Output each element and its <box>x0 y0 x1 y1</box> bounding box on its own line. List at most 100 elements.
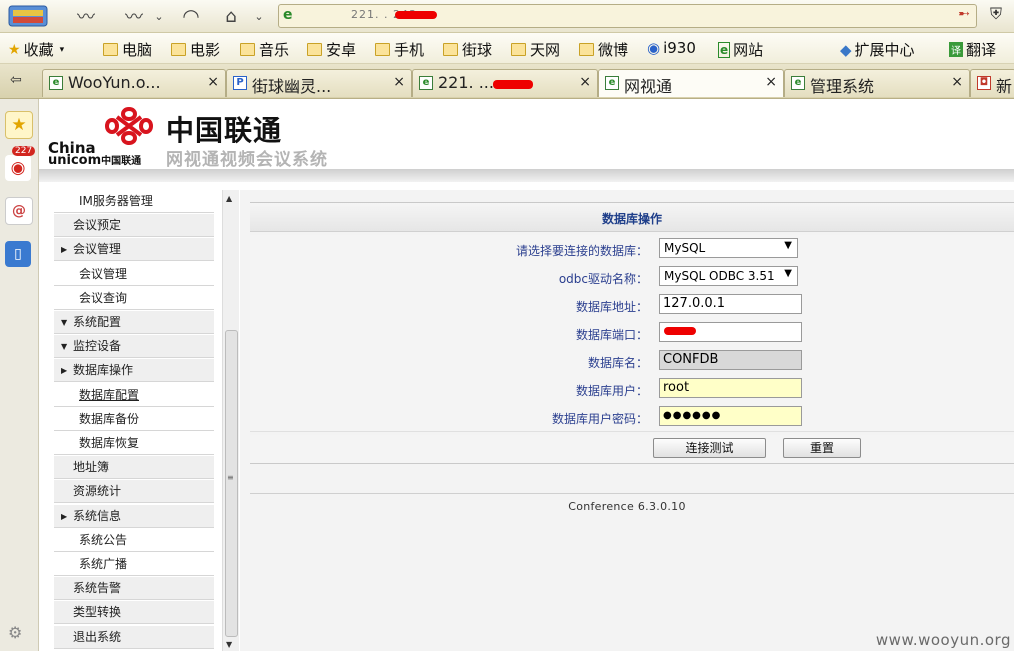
page-icon: e <box>718 41 731 58</box>
form-row-db-type: 请选择要连接的数据库： MySQL ▼ <box>250 235 1014 264</box>
cube-icon: ◆ <box>840 40 852 59</box>
chevron-down-icon: ▼ <box>784 268 792 279</box>
nav-item-label: 会议管理 <box>79 266 128 281</box>
db-type-select[interactable]: MySQL ▼ <box>659 238 798 258</box>
back-icon[interactable]: ⇦ <box>10 72 22 88</box>
nav-item[interactable]: IM服务器管理 <box>54 190 214 213</box>
odbc-driver-select[interactable]: MySQL ODBC 3.51 ▼ <box>659 266 798 286</box>
db-port-input[interactable] <box>659 322 802 342</box>
bookmark-item[interactable]: 电影 <box>171 39 220 60</box>
bookmark-label: 天网 <box>530 41 561 59</box>
nav-item-label: 监控设备 <box>73 339 122 354</box>
nav-item[interactable]: 退出系统 <box>54 625 214 649</box>
nav-item[interactable]: ▼ 系统配置 <box>54 311 214 334</box>
version-footer: Conference 6.3.0.10 <box>568 500 686 513</box>
bookmark-item[interactable]: 译翻译 <box>949 39 996 60</box>
close-icon[interactable]: × <box>579 74 591 90</box>
nav-item-label: 系统公告 <box>79 532 128 547</box>
tab-street-ball[interactable]: P 街球幽灵... × <box>226 69 412 97</box>
browser-logo-icon[interactable] <box>6 4 50 28</box>
tab-wangshitong[interactable]: e 网视通 × <box>598 69 784 97</box>
bookmark-item[interactable]: 安卓 <box>307 39 356 60</box>
bookmark-item[interactable]: 街球 <box>443 39 492 60</box>
bookmark-item[interactable]: 手机 <box>375 39 424 60</box>
close-icon[interactable]: × <box>951 74 963 90</box>
close-icon[interactable]: × <box>207 74 219 90</box>
chevron-down-icon[interactable]: ⌄ <box>150 4 168 28</box>
watermark: www.wooyun.org <box>875 631 1011 649</box>
ie-icon: e <box>605 76 619 90</box>
db-user-input[interactable]: root <box>659 378 802 398</box>
nav-item[interactable]: 资源统计 <box>54 480 214 504</box>
circle-refresh-icon[interactable]: ◠ <box>176 4 206 28</box>
connection-test-button[interactable]: 连接测试 <box>653 438 766 458</box>
db-type-value: MySQL <box>664 241 706 255</box>
bookmark-item[interactable]: 音乐 <box>240 39 289 60</box>
nav-item[interactable]: 会议预定 <box>54 214 214 238</box>
nav-item[interactable]: ▶ 系统信息 <box>54 504 214 528</box>
nav-item[interactable]: 类型转换 <box>54 601 214 625</box>
nav-item[interactable]: 会议查询 <box>54 286 214 310</box>
nav-item[interactable]: 系统公告 <box>54 528 214 552</box>
nav-item[interactable]: 数据库配置 <box>54 383 214 407</box>
bookmark-label: 网站 <box>733 41 764 59</box>
nav-item[interactable]: 数据库备份 <box>54 407 214 431</box>
triangle-right-icon: ▶ <box>61 245 68 255</box>
db-password-value: ●●●●●● <box>663 410 722 421</box>
tab-wooyun[interactable]: e WooYun.o... × <box>42 69 226 97</box>
bookmarks-bar: ★ 收藏 ▾ 电脑 电影 音乐 安卓 手机 街球 天网 微博 ◉ i930 e 网站… <box>0 33 1014 64</box>
db-password-input[interactable]: ●●●●●● <box>659 406 802 426</box>
scroll-up-icon[interactable]: ▲ <box>226 194 232 203</box>
swallow-dropdown-icon[interactable]: 〰 <box>114 4 154 28</box>
footer-divider <box>250 493 1014 494</box>
tab-new[interactable]: ◘ 新 <box>970 69 1014 97</box>
favorites-star-icon[interactable]: ★ <box>5 111 33 139</box>
gear-icon[interactable]: ⚙ <box>8 623 22 642</box>
bookmark-item[interactable]: ◉ i930 <box>647 39 696 57</box>
shield-icon[interactable]: ⛨ <box>985 4 1007 26</box>
close-icon[interactable]: × <box>765 74 777 90</box>
page-ie-icon: e <box>283 7 293 23</box>
weibo-icon[interactable]: ◉ <box>5 155 31 181</box>
tab-title: WooYun.o... <box>68 73 161 92</box>
tab-strip: ⇦ e WooYun.o... × P 街球幽灵... × e 221. ...… <box>0 64 1014 99</box>
mail-icon[interactable]: @ <box>5 197 33 225</box>
tab-redaction <box>493 80 533 89</box>
lizard-icon[interactable]: ➸ <box>958 6 970 22</box>
nav-item[interactable]: ▼ 监控设备 <box>54 335 214 359</box>
bookmark-item[interactable]: e 网站 <box>718 39 763 60</box>
bookmark-item[interactable]: 微博 <box>579 39 628 60</box>
triangle-right-icon: ▶ <box>61 511 68 521</box>
nav-item[interactable]: 会议管理 <box>54 262 214 286</box>
close-icon[interactable]: × <box>393 74 405 90</box>
bookmark-favorites[interactable]: ★ 收藏 ▾ <box>8 39 64 60</box>
nav-item[interactable]: ▶ 会议管理 <box>54 238 214 262</box>
nav-scrollbar[interactable]: ▲ ≡ ▼ <box>222 190 239 651</box>
nav-item[interactable]: 系统广播 <box>54 553 214 576</box>
chevron-down-icon[interactable]: ⌄ <box>250 4 268 28</box>
pavilion-icon[interactable]: ⌂ <box>214 4 248 28</box>
bookmark-item[interactable]: 天网 <box>511 39 560 60</box>
nav-item[interactable]: 地址簿 <box>54 456 214 480</box>
swallow-icon[interactable]: 〰 <box>66 4 106 28</box>
db-address-input[interactable]: 127.0.0.1 <box>659 294 802 314</box>
bookmark-label: i930 <box>663 39 696 57</box>
db-name-input[interactable]: CONFDB <box>659 350 802 370</box>
tab-management[interactable]: e 管理系统 × <box>784 69 970 97</box>
scroll-thumb[interactable] <box>225 330 238 637</box>
nav-item[interactable]: 系统告警 <box>54 577 214 601</box>
address-redaction <box>395 11 437 19</box>
scroll-down-icon[interactable]: ▼ <box>226 640 232 649</box>
tab-ip[interactable]: e 221. ... × <box>412 69 598 97</box>
nav-item[interactable]: ▶ 数据库操作 <box>54 359 214 383</box>
brand-english-cn: 中国联通 <box>101 156 142 167</box>
bookmark-item[interactable]: 电脑 <box>103 39 152 60</box>
star-icon: ★ <box>8 41 21 58</box>
nav-item-label: 资源统计 <box>73 484 122 499</box>
address-bar[interactable]: e 221. . 243 ➸ <box>278 4 977 28</box>
phone-icon[interactable]: ▯ <box>5 241 31 267</box>
nav-item[interactable]: 数据库恢复 <box>54 432 214 455</box>
bookmark-item[interactable]: ◆ 扩展中心 <box>840 39 915 60</box>
form-row-db-password: 数据库用户密码： ●●●●●● <box>250 403 1014 432</box>
reset-button[interactable]: 重置 <box>783 438 861 458</box>
